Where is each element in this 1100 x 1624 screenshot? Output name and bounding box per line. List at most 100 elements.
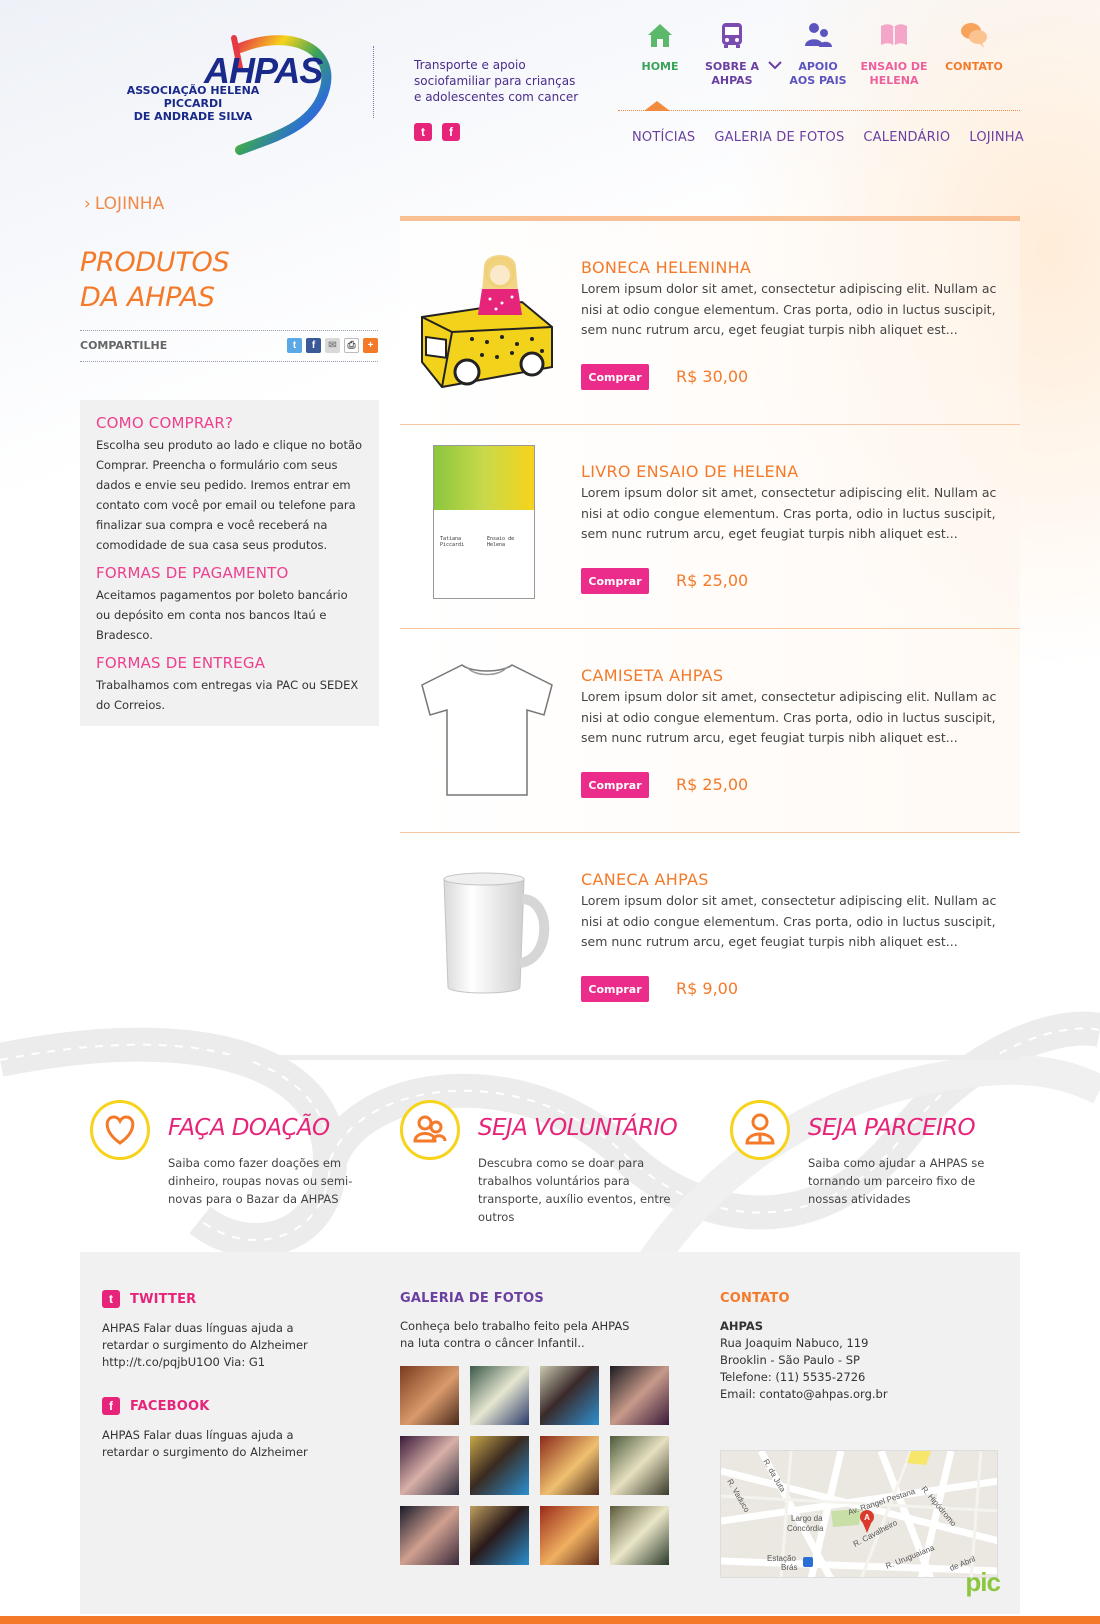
gallery-thumb[interactable] bbox=[540, 1366, 599, 1425]
facebook-title: FACEBOOK bbox=[130, 1398, 210, 1414]
cta-circle bbox=[90, 1100, 150, 1160]
buy-button[interactable]: Comprar bbox=[581, 364, 649, 390]
share-facebook-icon[interactable]: f bbox=[306, 338, 321, 353]
how-text: Escolha seu produto ao lado e clique no … bbox=[96, 438, 363, 552]
page-title-line: PRODUTOS bbox=[80, 247, 230, 278]
gallery-grid bbox=[400, 1366, 680, 1565]
facebook-heading[interactable]: f FACEBOOK bbox=[102, 1397, 362, 1415]
gallery-thumb[interactable] bbox=[470, 1366, 529, 1425]
subnav-calendario[interactable]: CALENDÁRIO bbox=[863, 130, 950, 145]
map-graphic: A Largo da Concórdia Estação Brás R. da … bbox=[721, 1451, 997, 1577]
share-email-icon[interactable]: ✉ bbox=[325, 338, 340, 353]
book-author: Tatiana Piccardi bbox=[440, 536, 465, 548]
heart-icon bbox=[105, 1115, 135, 1145]
footer-contact-col: CONTATO AHPAS Rua Joaquim Nabuco, 119 Br… bbox=[720, 1290, 1000, 1590]
product-item: CAMISETA AHPAS Lorem ipsum dolor sit ame… bbox=[400, 629, 1020, 833]
header-social: t f bbox=[414, 123, 460, 141]
book-image[interactable]: Tatiana Piccardi Ensaio de Helena bbox=[433, 445, 535, 599]
tweet-link[interactable]: http://t.co/pqjbU1O0 Via: G1 bbox=[102, 1354, 362, 1371]
share-print-icon[interactable]: ⎙ bbox=[344, 338, 359, 353]
gallery-thumb[interactable] bbox=[610, 1436, 669, 1495]
product-price: R$ 30,00 bbox=[676, 367, 749, 386]
logo-subtitle-line: DE ANDRADE SILVA bbox=[133, 110, 253, 123]
product-name[interactable]: CANECA AHPAS bbox=[581, 870, 709, 889]
contact-title: CONTATO bbox=[720, 1291, 790, 1306]
book-icon bbox=[881, 24, 907, 46]
gallery-thumb[interactable] bbox=[540, 1436, 599, 1495]
subnav-galeria[interactable]: GALERIA DE FOTOS bbox=[714, 130, 844, 145]
gallery-thumb[interactable] bbox=[610, 1506, 669, 1565]
nav-label-line: ENSAIO DE bbox=[860, 60, 928, 73]
book-cover-text: Tatiana Piccardi Ensaio de Helena bbox=[434, 510, 534, 548]
map-marker: A bbox=[864, 1513, 870, 1522]
buy-button[interactable]: Comprar bbox=[581, 568, 649, 594]
gallery-thumb[interactable] bbox=[400, 1366, 459, 1425]
product-description: Lorem ipsum dolor sit amet, consectetur … bbox=[581, 893, 997, 949]
twitter-icon[interactable]: t bbox=[414, 123, 432, 141]
cta-volunteer[interactable]: SEJA VOLUNTÁRIO Descubra como se doar pa… bbox=[400, 1100, 700, 1224]
cta-title: SEJA VOLUNTÁRIO bbox=[478, 1115, 678, 1141]
cta-donate[interactable]: FAÇA DOAÇÃO Saiba como fazer doações em … bbox=[90, 1100, 390, 1210]
shipping-text: Trabalhamos com entregas via PAC ou SEDE… bbox=[96, 678, 359, 712]
cta-partner[interactable]: SEJA PARCEIRO Saiba como ajudar a AHPAS … bbox=[730, 1100, 1030, 1210]
contact-address: Rua Joaquim Nabuco, 119 bbox=[720, 1336, 869, 1350]
map-label: Estação bbox=[767, 1554, 796, 1563]
buy-button[interactable]: Comprar bbox=[581, 976, 649, 1002]
pic-brand-logo[interactable]: pic bbox=[965, 1567, 1001, 1598]
share-icons: t f ✉ ⎙ + bbox=[287, 338, 378, 353]
mug-image[interactable] bbox=[412, 859, 562, 1009]
nav-label-line: AHPAS bbox=[711, 74, 753, 87]
ahpas-logo[interactable]: AHPAS ASSOCIAÇÃO HELENA PICCARDI DE ANDR… bbox=[100, 28, 340, 158]
nav-ensaio[interactable]: ENSAIO DE HELENA bbox=[852, 18, 936, 88]
gallery-thumb[interactable] bbox=[540, 1506, 599, 1565]
nav-divider bbox=[618, 110, 1020, 111]
nav-apoio[interactable]: APOIO AOS PAIS bbox=[776, 18, 860, 88]
nav-contato[interactable]: CONTATO bbox=[932, 18, 1016, 74]
subnav-lojinha[interactable]: LOJINHA bbox=[969, 130, 1023, 145]
tshirt-image[interactable] bbox=[412, 655, 562, 805]
nav-label-line: HELENA bbox=[869, 74, 919, 87]
location-map[interactable]: A Largo da Concórdia Estação Brás R. da … bbox=[720, 1450, 998, 1578]
doll-bus-image[interactable] bbox=[412, 247, 562, 397]
map-label: Brás bbox=[781, 1563, 797, 1572]
product-description: Lorem ipsum dolor sit amet, consectetur … bbox=[581, 485, 997, 541]
facebook-icon[interactable]: f bbox=[442, 123, 460, 141]
share-more-icon[interactable]: + bbox=[363, 338, 378, 353]
nav-label-line: SOBRE A bbox=[705, 60, 759, 73]
buy-button[interactable]: Comprar bbox=[581, 772, 649, 798]
nav-label-line: APOIO bbox=[798, 60, 838, 73]
gallery-thumb[interactable] bbox=[400, 1436, 459, 1495]
cta-title: SEJA PARCEIRO bbox=[808, 1115, 976, 1141]
gallery-title[interactable]: GALERIA DE FOTOS bbox=[400, 1290, 680, 1308]
gallery-thumb[interactable] bbox=[610, 1366, 669, 1425]
subnav-noticias[interactable]: NOTÍCIAS bbox=[632, 130, 695, 145]
nav-ensaio-label: ENSAIO DE HELENA bbox=[852, 60, 936, 88]
product-name[interactable]: CAMISETA AHPAS bbox=[581, 666, 723, 685]
cta-title: FAÇA DOAÇÃO bbox=[168, 1115, 330, 1141]
nav-sobre[interactable]: SOBRE A AHPAS bbox=[690, 18, 782, 88]
main-nav: HOME SOBRE A AHPAS APOIO AOS PAIS ENSAIO… bbox=[618, 18, 1018, 98]
product-price: R$ 25,00 bbox=[676, 571, 749, 590]
twitter-heading[interactable]: t TWITTER bbox=[102, 1290, 362, 1308]
product-item: CANECA AHPAS Lorem ipsum dolor sit amet,… bbox=[400, 833, 1020, 1037]
post-line: retardar o surgimento do Alzheimer bbox=[102, 1445, 308, 1459]
gallery-thumb[interactable] bbox=[470, 1436, 529, 1495]
contact-email[interactable]: Email: contato@ahpas.org.br bbox=[720, 1386, 1000, 1403]
gallery-thumb[interactable] bbox=[470, 1506, 529, 1565]
footer: t TWITTER AHPAS Falar duas línguas ajuda… bbox=[80, 1252, 1020, 1614]
product-list: BONECA HELENINHA Lorem ipsum dolor sit a… bbox=[400, 221, 1020, 1037]
product-description: Lorem ipsum dolor sit amet, consectetur … bbox=[581, 689, 997, 745]
gallery-thumb[interactable] bbox=[400, 1506, 459, 1565]
nav-contato-label: CONTATO bbox=[945, 60, 1003, 73]
gallery-text: Conheça belo trabalho feito pela AHPAS n… bbox=[400, 1318, 680, 1352]
product-name[interactable]: BONECA HELENINHA bbox=[581, 258, 751, 277]
cta-circle bbox=[730, 1100, 790, 1160]
breadcrumb[interactable]: › LOJINHA bbox=[84, 194, 164, 214]
gallery-line: Conheça belo trabalho feito pela AHPAS bbox=[400, 1319, 630, 1333]
share-twitter-icon[interactable]: t bbox=[287, 338, 302, 353]
gallery-line: na luta contra o câncer Infantil.. bbox=[400, 1336, 585, 1350]
product-name[interactable]: LIVRO ENSAIO DE HELENA bbox=[581, 462, 798, 481]
cta-text: Descubra como se doar para trabalhos vol… bbox=[478, 1156, 671, 1224]
twitter-title: TWITTER bbox=[130, 1291, 197, 1307]
contact-details: AHPAS Rua Joaquim Nabuco, 119 Brooklin -… bbox=[720, 1318, 1000, 1403]
